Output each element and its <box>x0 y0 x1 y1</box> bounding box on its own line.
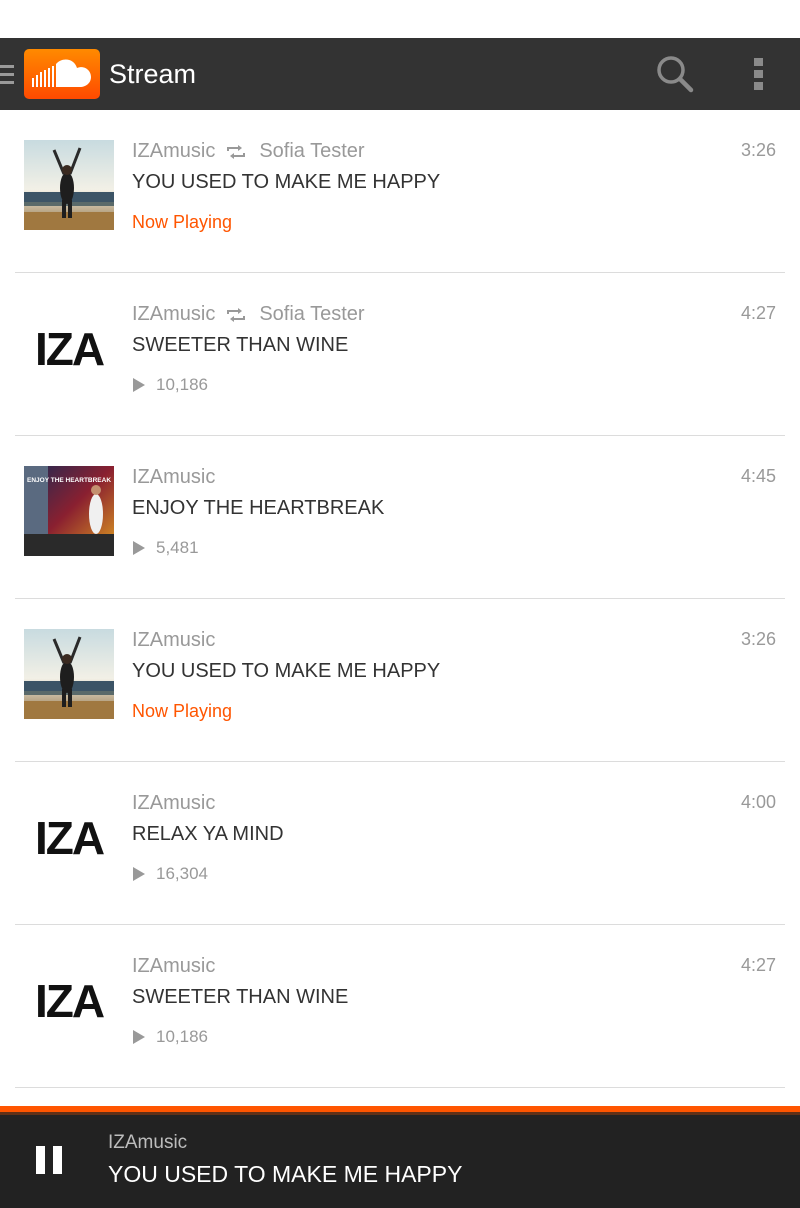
player-accent-shadow <box>0 1112 800 1115</box>
play-count-icon <box>133 541 145 555</box>
play-count-value: 16,304 <box>156 864 208 883</box>
track-byline: IZAmusic Sofia Tester <box>132 138 776 164</box>
play-count-icon <box>133 378 145 392</box>
track-reposter[interactable]: Sofia Tester <box>259 140 364 163</box>
track-byline: IZAmusic <box>132 627 776 653</box>
track-artwork <box>24 629 114 719</box>
player-artist: IZAmusic <box>108 1132 188 1153</box>
track-duration: 3:26 <box>740 629 776 649</box>
repost-icon <box>225 143 247 159</box>
track-artist[interactable]: IZAmusic <box>132 955 215 978</box>
action-bar: Stream <box>0 38 800 110</box>
track-meta: IZAmusic 4:45 ENJOY THE HEARTBREAK 5,481 <box>132 464 776 558</box>
track-item-6[interactable]: IZA IZAmusic 4:27 SWEETER THAN WINE 10,1… <box>0 925 800 1088</box>
now-playing-label: Now Playing <box>132 701 233 721</box>
play-count-icon <box>133 867 145 881</box>
track-meta: IZAmusic Sofia Tester 4:27 SWEETER THAN … <box>132 301 776 395</box>
now-playing-label: Now Playing <box>132 212 233 232</box>
play-count-value: 10,186 <box>156 375 208 394</box>
track-item-2[interactable]: IZA IZAmusic Sofia Tester 4:27 SWEETER T… <box>0 273 800 436</box>
track-item-4[interactable]: IZAmusic 3:26 YOU USED TO MAKE ME HAPPY … <box>0 599 800 762</box>
track-title: YOU USED TO MAKE ME HAPPY <box>132 171 441 193</box>
repost-icon <box>225 306 247 322</box>
track-title: RELAX YA MIND <box>132 823 284 845</box>
track-duration: 4:27 <box>740 955 776 975</box>
track-duration: 4:45 <box>740 466 776 486</box>
track-duration: 4:00 <box>740 792 776 812</box>
nav-drawer-icon[interactable] <box>0 65 14 85</box>
track-meta: IZAmusic Sofia Tester 3:26 YOU USED TO M… <box>132 138 776 233</box>
soundcloud-logo-icon[interactable] <box>24 49 100 99</box>
track-item-1[interactable]: IZAmusic Sofia Tester 3:26 YOU USED TO M… <box>0 110 800 273</box>
track-meta: IZAmusic 3:26 YOU USED TO MAKE ME HAPPY … <box>132 627 776 722</box>
track-title: YOU USED TO MAKE ME HAPPY <box>132 660 441 682</box>
play-count-value: 5,481 <box>156 538 199 557</box>
track-artwork: IZA <box>24 792 114 882</box>
track-byline: IZAmusic <box>132 790 776 816</box>
track-artist[interactable]: IZAmusic <box>132 466 215 489</box>
track-artwork: ENJOY THE HEARTBREAK <box>24 466 114 556</box>
track-meta: IZAmusic 4:00 RELAX YA MIND 16,304 <box>132 790 776 884</box>
track-duration: 3:26 <box>740 140 776 160</box>
track-item-5[interactable]: IZA IZAmusic 4:00 RELAX YA MIND 16,304 <box>0 762 800 925</box>
player-title: YOU USED TO MAKE ME HAPPY <box>108 1161 463 1187</box>
track-artist[interactable]: IZAmusic <box>132 140 215 163</box>
track-artist[interactable]: IZAmusic <box>132 303 215 326</box>
track-artwork: IZA <box>24 303 114 393</box>
search-icon[interactable] <box>654 53 696 95</box>
track-byline: IZAmusic Sofia Tester <box>132 301 776 327</box>
track-reposter[interactable]: Sofia Tester <box>259 303 364 326</box>
play-count: 16,304 <box>132 864 776 884</box>
overflow-menu-icon[interactable] <box>752 58 764 92</box>
iza-logo-text: IZA <box>35 812 104 864</box>
mini-player[interactable]: IZAmusic YOU USED TO MAKE ME HAPPY <box>0 1106 800 1208</box>
track-title: SWEETER THAN WINE <box>132 986 349 1008</box>
iza-logo-text: IZA <box>35 975 104 1027</box>
track-title: SWEETER THAN WINE <box>132 334 349 356</box>
page-title: Stream <box>109 59 197 89</box>
play-count: 10,186 <box>132 375 776 395</box>
track-item-3[interactable]: ENJOY THE HEARTBREAK IZAmusic 4:45 ENJOY… <box>0 436 800 599</box>
track-artist[interactable]: IZAmusic <box>132 629 215 652</box>
track-byline: IZAmusic <box>132 953 776 979</box>
track-meta: IZAmusic 4:27 SWEETER THAN WINE 10,186 <box>132 953 776 1047</box>
track-artwork: IZA <box>24 955 114 1045</box>
cover-text: ENJOY THE HEARTBREAK <box>27 477 111 484</box>
track-byline: IZAmusic <box>132 464 776 490</box>
play-count-value: 10,186 <box>156 1027 208 1046</box>
track-title: ENJOY THE HEARTBREAK <box>132 497 385 519</box>
play-count-icon <box>133 1030 145 1044</box>
track-artwork <box>24 140 114 230</box>
play-count: 5,481 <box>132 538 776 558</box>
stream-list: IZAmusic Sofia Tester 3:26 YOU USED TO M… <box>0 110 800 1088</box>
track-duration: 4:27 <box>740 303 776 323</box>
pause-icon[interactable] <box>36 1146 62 1174</box>
status-bar-area <box>0 0 800 38</box>
track-artist[interactable]: IZAmusic <box>132 792 215 815</box>
play-count: 10,186 <box>132 1027 776 1047</box>
iza-logo-text: IZA <box>35 323 104 375</box>
